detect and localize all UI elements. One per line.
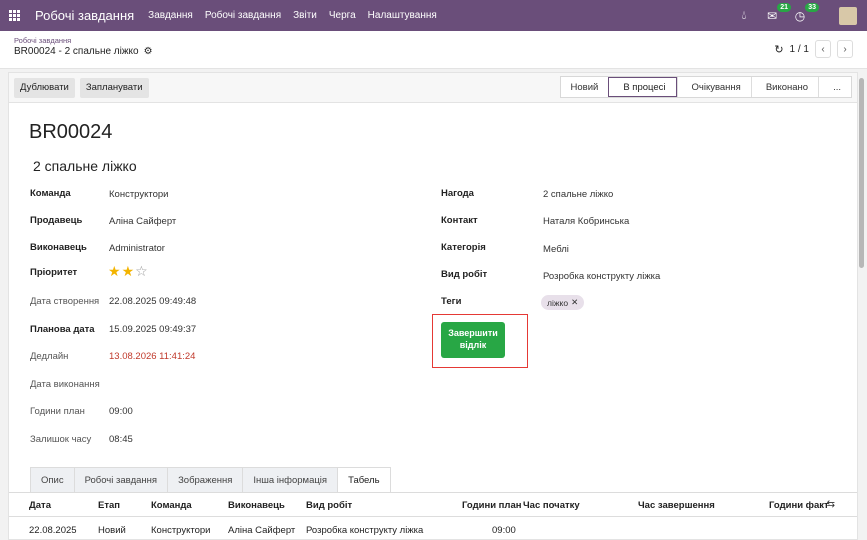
seller-field[interactable]: Аліна Сайферт (109, 216, 176, 227)
col-stage[interactable]: Етап (98, 500, 120, 511)
deadline-label: Дедлайн (30, 351, 69, 362)
category-field[interactable]: Меблі (543, 244, 569, 255)
tag-chip: ліжко ✕ (541, 295, 585, 310)
form-sheet: BR00024 2 спальне ліжко Команда Конструк… (8, 102, 858, 540)
scrollbar-thumb[interactable] (859, 78, 864, 268)
tab-images[interactable]: Зображення (167, 467, 244, 492)
contact-label: Контакт (441, 215, 478, 226)
column-settings-icon[interactable]: ⇆ (827, 499, 835, 510)
tag-label: ліжко (547, 297, 569, 308)
menu-item-work-orders[interactable]: Робочі завдання (205, 10, 281, 21)
drop-icon[interactable]: 💧︎ (735, 7, 753, 25)
table-header: Дата Етап Команда Виконавець Вид робіт Г… (9, 493, 857, 517)
gear-icon[interactable]: ⚙ (144, 46, 153, 57)
stage-in-progress[interactable]: В процесі (608, 77, 677, 97)
record-name: BR00024 - 2 спальне ліжко (14, 46, 139, 57)
remaining-time-label: Залишок часу (30, 434, 92, 445)
record-title: BR00024 (29, 121, 113, 143)
tab-description[interactable]: Опис (30, 467, 75, 492)
col-executor[interactable]: Виконавець (228, 500, 285, 511)
priority-label: Пріоритет (30, 267, 78, 278)
activity-badge: 33 (805, 2, 819, 12)
star-filled-icon[interactable]: ★ (108, 263, 122, 279)
tab-work-orders[interactable]: Робочі завдання (73, 467, 169, 492)
pager-next-button[interactable]: › (837, 40, 853, 58)
table-row[interactable]: 22.08.2025 Новий Конструктори Аліна Сайф… (9, 518, 857, 540)
category-label: Категорія (441, 242, 486, 253)
planned-date-field[interactable]: 15.09.2025 09:49:37 (109, 324, 196, 335)
created-label: Дата створення (30, 296, 100, 307)
stage-waiting[interactable]: Очікування (676, 77, 751, 97)
priority-stars[interactable]: ★★☆ (108, 263, 149, 280)
finish-timer-button[interactable]: Завершити відлік (441, 322, 505, 358)
tab-other-info[interactable]: Інша інформація (242, 467, 339, 492)
col-end-time[interactable]: Час завершення (638, 500, 715, 511)
app-brand[interactable]: Робочі завдання (35, 8, 134, 23)
team-field[interactable]: Конструктори (109, 189, 168, 200)
cell-date: 22.08.2025 (29, 525, 77, 536)
cell-team: Конструктори (151, 525, 211, 536)
star-filled-icon[interactable]: ★ (122, 263, 136, 279)
hours-plan-value: 09:00 (109, 406, 133, 417)
deadline-value: 13.08.2026 11:41:24 (109, 351, 196, 362)
tags-label: Теги (441, 296, 462, 307)
user-avatar[interactable] (839, 6, 857, 25)
col-team[interactable]: Команда (151, 500, 192, 511)
work-type-field[interactable]: Розробка конструкту ліжка (543, 271, 660, 282)
planned-date-label: Планова дата (30, 324, 95, 335)
stage-pipeline: Новий В процесі Очікування Виконано ... (559, 76, 852, 98)
pager-value[interactable]: 1 / 1 (790, 44, 809, 55)
top-navbar: Робочі завдання Завдання Робочі завдання… (0, 0, 867, 31)
col-hours-plan[interactable]: Години план (462, 500, 521, 511)
menu-item-tasks[interactable]: Завдання (148, 10, 193, 21)
team-label: Команда (30, 188, 71, 199)
duplicate-button[interactable]: Дублювати (14, 77, 75, 98)
created-value: 22.08.2025 09:49:48 (109, 296, 197, 307)
stage-more[interactable]: ... (818, 77, 851, 97)
messages-icon[interactable]: ✉ 21 (763, 2, 791, 25)
opportunity-label: Нагода (441, 188, 474, 199)
pager: ↻ 1 / 1 ‹ › (774, 40, 853, 58)
work-type-label: Вид робіт (441, 269, 488, 280)
menu-item-reports[interactable]: Звіти (293, 10, 317, 21)
activity-clock-icon[interactable]: ◷ 33 (791, 2, 819, 25)
cell-executor: Аліна Сайферт (228, 525, 296, 536)
record-subtitle[interactable]: 2 спальне ліжко (33, 158, 137, 174)
star-empty-icon[interactable]: ☆ (135, 263, 149, 279)
pager-prev-button[interactable]: ‹ (815, 40, 831, 58)
control-panel: Робочі завдання BR00024 - 2 спальне ліжк… (0, 31, 867, 69)
schedule-button[interactable]: Запланувати (79, 77, 149, 98)
apps-menu-icon[interactable] (0, 10, 28, 21)
executor-label: Виконавець (30, 242, 87, 253)
done-date-label: Дата виконання (30, 379, 100, 390)
opportunity-field[interactable]: 2 спальне ліжко (543, 189, 613, 200)
remaining-time-value: 08:45 (109, 434, 133, 445)
seller-label: Продавець (30, 215, 83, 226)
scrollbar[interactable] (859, 76, 865, 538)
close-icon[interactable]: ✕ (571, 297, 578, 308)
notebook-tabs: Опис Робочі завдання Зображення Інша інф… (30, 467, 391, 493)
status-bar: Дублювати Запланувати Новий В процесі Оч… (8, 72, 858, 102)
col-date[interactable]: Дата (29, 500, 51, 511)
hours-plan-label: Години план (30, 406, 85, 417)
tab-timesheet[interactable]: Табель (337, 467, 391, 493)
cell-hours-plan: 09:00 (492, 525, 516, 536)
col-hours-actual[interactable]: Години факт (769, 500, 829, 511)
breadcrumb[interactable]: Робочі завдання (14, 36, 71, 45)
stage-done[interactable]: Виконано (750, 77, 818, 97)
refresh-icon[interactable]: ↻ (774, 43, 783, 56)
stage-new[interactable]: Новий (561, 77, 609, 97)
cell-stage: Новий (98, 525, 126, 536)
col-work-type[interactable]: Вид робіт (306, 500, 352, 511)
messages-badge: 21 (777, 2, 791, 12)
menu-item-settings[interactable]: Налаштування (368, 10, 437, 21)
col-start-time[interactable]: Час початку (523, 500, 580, 511)
cell-work-type: Розробка конструкту ліжка (306, 525, 424, 536)
menu-item-queue[interactable]: Черга (329, 10, 356, 21)
contact-field[interactable]: Наталя Кобринська (543, 216, 629, 227)
executor-field[interactable]: Administrator (109, 243, 165, 254)
